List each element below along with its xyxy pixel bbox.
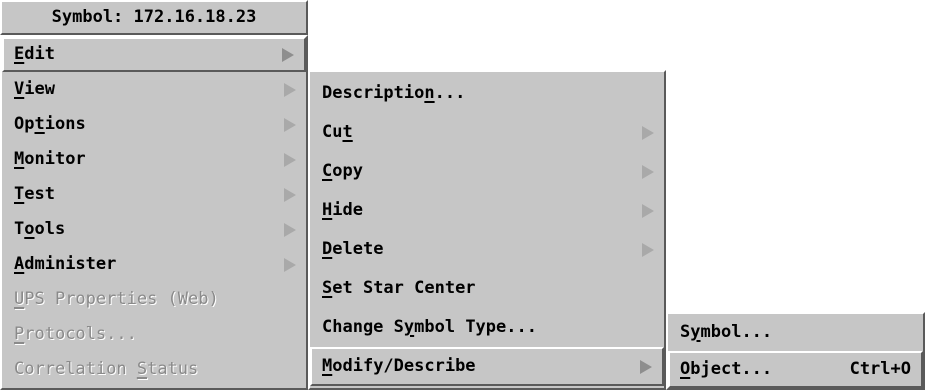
modify-describe-submenu: Symbol... Object... Ctrl+O [666, 312, 925, 390]
modify-menu-item-label: Object... [680, 359, 773, 379]
mnemonic: S [136, 359, 148, 379]
main-menu-item-label: Protocols... [14, 324, 137, 344]
menu-title-label: Symbol: 172.16.18.23 [51, 7, 257, 27]
edit-menu-item-label: Hide [322, 200, 363, 220]
edit-menu-item-modify-describe[interactable]: Modify/Describe [310, 347, 664, 386]
main-menu-item-options[interactable]: Options [2, 107, 306, 142]
main-menu-item-label: Edit [14, 44, 55, 64]
main-menu-item-label: Administer [14, 254, 117, 274]
submenu-arrow-icon [284, 187, 296, 202]
edit-menu-item-copy[interactable]: Copy [310, 152, 664, 191]
edit-menu-item-label: Set Star Center [322, 278, 476, 298]
edit-menu-item-label: Change Symbol Type... [322, 317, 537, 337]
mnemonic: M [322, 356, 333, 376]
mnemonic: t [342, 122, 353, 142]
submenu-arrow-icon [284, 257, 296, 272]
main-menu-item-tools[interactable]: Tools [2, 212, 306, 247]
modify-menu-item-symbol[interactable]: Symbol... [668, 314, 923, 351]
submenu-arrow-icon [282, 47, 294, 62]
mnemonic: o [24, 219, 35, 239]
main-menu-item-label: Test [14, 184, 55, 204]
modify-menu-item-object[interactable]: Object... Ctrl+O [668, 351, 923, 388]
main-menu-item-label: Tools [14, 219, 66, 239]
submenu-arrow-icon [642, 164, 654, 179]
mnemonic: n [424, 83, 435, 103]
edit-menu-item-hide[interactable]: Hide [310, 191, 664, 230]
main-menu-item-label: Monitor [14, 149, 86, 169]
edit-menu-item-set-star-center[interactable]: Set Star Center [310, 269, 664, 308]
main-menu-item-protocols: Protocols... [2, 317, 306, 352]
edit-menu-item-label: Delete [322, 239, 384, 259]
mnemonic: P [14, 324, 25, 344]
main-menu-item-label: Correlation Status [14, 359, 199, 379]
mnemonic: T [14, 184, 25, 204]
main-menu-item-ups-properties-web: UPS Properties (Web) [2, 282, 306, 317]
edit-menu-item-label: Modify/Describe [322, 356, 476, 376]
edit-menu-item-delete[interactable]: Delete [310, 230, 664, 269]
submenu-arrow-icon [284, 222, 296, 237]
main-menu-item-view[interactable]: View [2, 72, 306, 107]
mnemonic: H [322, 200, 333, 220]
submenu-arrow-icon [640, 359, 652, 374]
menu-title: Symbol: 172.16.18.23 [0, 0, 308, 35]
submenu-arrow-icon [284, 82, 296, 97]
main-menu-item-label: View [14, 79, 55, 99]
mnemonic: C [322, 161, 333, 181]
mnemonic: D [322, 239, 333, 259]
edit-menu-item-label: Description... [322, 83, 466, 103]
mnemonic: M [14, 149, 25, 169]
symbol-context-menu: Edit View Options Monitor Test Tools Administe… [0, 35, 308, 390]
modify-menu-item-label: Symbol... [680, 322, 773, 342]
submenu-arrow-icon [642, 203, 654, 218]
edit-menu-item-change-symbol-type[interactable]: Change Symbol Type... [310, 308, 664, 347]
mnemonic: t [34, 114, 45, 134]
edit-menu-item-label: Copy [322, 161, 363, 181]
main-menu-item-administer[interactable]: Administer [2, 247, 306, 282]
mnemonic: S [322, 278, 333, 298]
main-menu-item-monitor[interactable]: Monitor [2, 142, 306, 177]
submenu-arrow-icon [642, 125, 654, 140]
edit-menu-item-cut[interactable]: Cut [310, 113, 664, 152]
main-menu-item-label: UPS Properties (Web) [14, 289, 219, 309]
main-menu-item-correlation-status: Correlation Status [2, 352, 306, 387]
mnemonic: V [14, 79, 25, 99]
mnemonic: y [690, 322, 701, 342]
edit-menu-item-description[interactable]: Description... [310, 74, 664, 113]
submenu-arrow-icon [642, 242, 654, 257]
mnemonic: A [14, 254, 25, 274]
mnemonic: E [14, 44, 25, 64]
submenu-arrow-icon [284, 117, 296, 132]
mnemonic: O [680, 359, 691, 379]
main-menu-item-label: Options [14, 114, 86, 134]
edit-submenu: Description... Cut Copy Hide Delete Set Star … [308, 70, 666, 390]
main-menu-item-edit[interactable]: Edit [2, 37, 306, 72]
mnemonic: y [403, 317, 415, 337]
submenu-arrow-icon [284, 152, 296, 167]
mnemonic: U [14, 289, 25, 309]
main-menu-item-test[interactable]: Test [2, 177, 306, 212]
accelerator-label: Ctrl+O [849, 359, 911, 379]
edit-menu-item-label: Cut [322, 122, 353, 142]
